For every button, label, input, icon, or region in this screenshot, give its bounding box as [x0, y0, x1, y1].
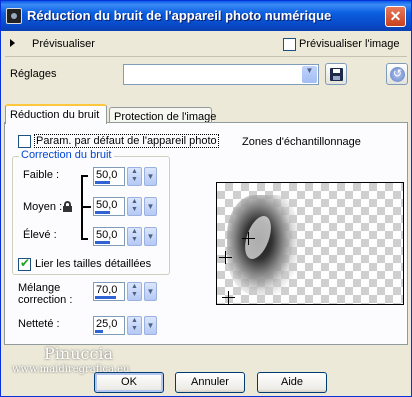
sampling-preview[interactable] [216, 182, 404, 305]
dialog-window: Réduction du bruit de l'appareil photo n… [0, 0, 412, 397]
window-title: Réduction du bruit de l'appareil photo n… [27, 8, 332, 23]
sharpness-value: 25,0 [96, 318, 118, 330]
divider [5, 56, 407, 57]
sharpness-dropdown-chevron-icon[interactable]: ▼ [144, 316, 157, 335]
sharpness-input[interactable]: 25,0 [93, 316, 125, 335]
mix-dropdown-chevron-icon[interactable]: ▼ [144, 282, 157, 301]
floppy-disk-icon [330, 68, 343, 81]
low-input[interactable]: 50,0 [93, 167, 125, 186]
preview-image-label[interactable]: Prévisualiser l'image [299, 38, 400, 50]
app-camera-icon [6, 8, 22, 24]
mix-stepper[interactable]: ▲ ▼ [127, 282, 142, 301]
link-sizes-checkbox[interactable] [18, 256, 31, 271]
save-preset-button[interactable] [325, 63, 347, 85]
high-level-bar [95, 241, 110, 244]
low-level-bar [95, 181, 110, 184]
close-button[interactable]: ✕ [385, 6, 406, 27]
ok-button[interactable]: OK [94, 372, 164, 393]
mix-value: 70,0 [96, 284, 118, 296]
tab-noise-reduction-label: Réduction du bruit [10, 109, 100, 121]
default-param-label[interactable]: Param. par défaut de l'appareil photo [34, 134, 219, 148]
mix-input[interactable]: 70,0 [93, 282, 125, 301]
title-bar[interactable]: Réduction du bruit de l'appareil photo n… [1, 1, 411, 31]
expand-preview-triangle-icon[interactable] [10, 39, 15, 47]
medium-label: Moyen : [23, 201, 63, 213]
medium-input[interactable]: 50,0 [93, 197, 125, 216]
link-bracket-tick [81, 206, 91, 208]
preview-image-checkbox[interactable] [283, 38, 296, 51]
lock-icon[interactable] [63, 201, 72, 212]
medium-value: 50,0 [96, 199, 118, 211]
low-label: Faible : [23, 169, 60, 181]
mix-label-line1: Mélange [18, 282, 61, 294]
high-input[interactable]: 50,0 [93, 227, 125, 246]
help-button[interactable]: Aide [257, 372, 327, 393]
medium-level-bar [95, 211, 110, 214]
cancel-button[interactable]: Annuler [175, 372, 245, 393]
watermark-name: Pinuccia [44, 344, 114, 363]
sharpness-stepper[interactable]: ▲ ▼ [127, 316, 142, 335]
mix-label-line2: correction : [18, 294, 73, 306]
reset-arrow-icon: ↺ [390, 67, 405, 82]
high-stepper[interactable]: ▲ ▼ [127, 227, 142, 246]
tab-noise-reduction[interactable]: Réduction du bruit [5, 104, 107, 124]
sampling-zones-label: Zones d'échantillonnage [242, 136, 361, 148]
high-dropdown-chevron-icon[interactable]: ▼ [144, 227, 157, 246]
settings-label: Réglages [10, 68, 57, 80]
high-label: Élevé : [23, 229, 57, 241]
low-dropdown-chevron-icon[interactable]: ▼ [144, 167, 157, 186]
high-value: 50,0 [96, 229, 118, 241]
chevron-down-icon[interactable]: ▼ [302, 66, 317, 83]
medium-dropdown-chevron-icon[interactable]: ▼ [144, 197, 157, 216]
sample-marker-crosshair-icon[interactable] [219, 251, 232, 264]
sample-marker-crosshair-icon[interactable] [222, 291, 235, 304]
mix-level-bar [95, 296, 116, 299]
sample-marker-crosshair-icon[interactable] [242, 232, 255, 245]
link-sizes-label[interactable]: Lier les tailles détaillées [35, 258, 151, 270]
sharpness-level-bar [95, 330, 103, 333]
low-value: 50,0 [96, 169, 118, 181]
watermark-site: www.maidiregrafica.eu [12, 364, 130, 375]
default-param-checkbox[interactable] [18, 135, 31, 148]
noise-correction-group-label: Correction du bruit [19, 149, 114, 161]
reset-button[interactable]: ↺ [386, 63, 408, 85]
low-stepper[interactable]: ▲ ▼ [127, 167, 142, 186]
medium-stepper[interactable]: ▲ ▼ [127, 197, 142, 216]
sharpness-label: Netteté : [18, 318, 60, 330]
preview-label[interactable]: Prévisualiser [32, 38, 95, 50]
settings-select[interactable]: ▼ [123, 64, 319, 85]
sample-photo [227, 195, 297, 295]
